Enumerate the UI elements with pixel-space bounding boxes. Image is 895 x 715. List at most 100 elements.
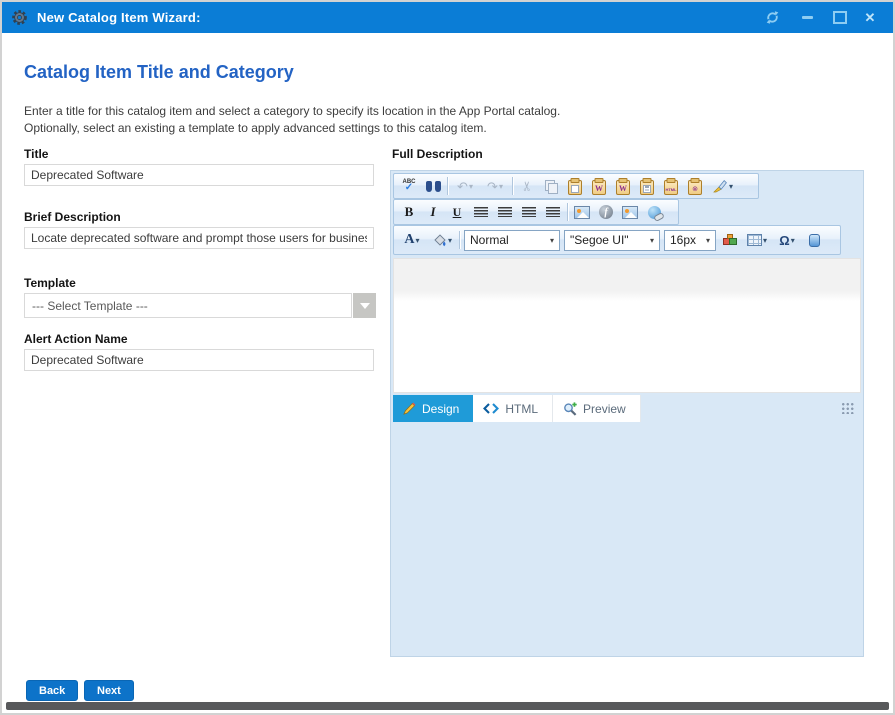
paste-special-icon: ⊗ xyxy=(688,180,702,195)
title-label: Title xyxy=(24,147,48,161)
title-input[interactable] xyxy=(24,164,374,186)
foreground-color-icon: A xyxy=(404,233,414,247)
intro-line-2: Optionally, select an existing a templat… xyxy=(24,120,560,137)
code-icon xyxy=(483,403,499,414)
brief-description-label: Brief Description xyxy=(24,210,121,224)
paste-from-word-strip-font-button[interactable]: W xyxy=(611,175,635,197)
minimize-icon xyxy=(802,16,813,19)
maximize-button[interactable] xyxy=(828,2,852,33)
editor-toolbar-row-1: ABC ✓ ↶ ▾ ↷ ▾ ✂ W W HTML ⊗ xyxy=(393,173,759,199)
maximize-icon xyxy=(833,11,847,24)
full-description-label: Full Description xyxy=(392,147,483,161)
background-color-dropdown-arrow: ▾ xyxy=(448,236,452,245)
chevron-down-icon xyxy=(360,303,370,309)
align-center-button[interactable] xyxy=(469,201,493,223)
wizard-window: New Catalog Item Wizard: ✕ Catalog Item … xyxy=(0,0,895,715)
paste-special-button[interactable]: ⊗ xyxy=(683,175,707,197)
back-button[interactable]: Back xyxy=(26,680,78,701)
tab-design[interactable]: Design xyxy=(393,395,473,422)
insert-image-button[interactable] xyxy=(570,201,594,223)
template-selected-value: --- Select Template --- xyxy=(24,293,352,318)
toolbar-separator xyxy=(567,203,568,221)
bold-button[interactable]: B xyxy=(397,201,421,223)
format-stripper-icon xyxy=(713,179,728,193)
tab-html[interactable]: HTML xyxy=(473,395,553,422)
background-color-button[interactable]: ▾ xyxy=(427,229,457,251)
paste-from-word-strip-font-icon: W xyxy=(616,180,630,195)
close-icon: ✕ xyxy=(865,11,876,24)
font-size-dropdown[interactable]: 16px ▾ xyxy=(664,230,716,251)
align-right-button[interactable] xyxy=(541,201,565,223)
editor-resize-grip[interactable] xyxy=(841,402,854,414)
foreground-color-dropdown-arrow: ▾ xyxy=(416,236,420,245)
alert-action-name-input[interactable] xyxy=(24,349,374,371)
insert-symbol-icon: Ω xyxy=(779,234,789,247)
font-size-value: 16px xyxy=(670,233,696,247)
paste-from-word-button[interactable]: W xyxy=(587,175,611,197)
redo-dropdown-arrow: ▾ xyxy=(499,182,503,191)
refresh-icon xyxy=(765,10,780,25)
image-map-icon xyxy=(622,206,638,219)
font-name-dropdown[interactable]: "Segoe UI" ▾ xyxy=(564,230,660,251)
template-dropdown-button[interactable] xyxy=(353,293,376,318)
pencil-icon xyxy=(403,402,416,415)
paragraph-style-value: Normal xyxy=(470,233,509,247)
close-button[interactable]: ✕ xyxy=(858,2,882,33)
copy-icon xyxy=(545,180,558,193)
undo-button[interactable]: ↶ ▾ xyxy=(450,175,480,197)
apply-css-class-icon xyxy=(722,234,738,246)
refresh-button[interactable] xyxy=(760,2,784,33)
tab-html-label: HTML xyxy=(505,402,538,416)
window-bottom-bar xyxy=(6,702,889,710)
insert-link-button[interactable] xyxy=(642,201,666,223)
redo-button[interactable]: ↷ ▾ xyxy=(480,175,510,197)
justify-button[interactable] xyxy=(493,201,517,223)
toolbar-separator xyxy=(459,231,460,249)
paste-icon xyxy=(568,180,582,195)
paragraph-style-dropdown[interactable]: Normal ▾ xyxy=(464,230,560,251)
format-stripper-dropdown-arrow: ▾ xyxy=(729,182,733,191)
page-title: Catalog Item Title and Category xyxy=(24,62,294,83)
foreground-color-button[interactable]: A ▾ xyxy=(397,229,427,251)
image-map-button[interactable] xyxy=(618,201,642,223)
editor-toolbar-row-3: A ▾ ▾ Normal ▾ "Segoe UI" ▾ 16px xyxy=(393,225,841,255)
paste-plain-text-button[interactable] xyxy=(635,175,659,197)
copy-button[interactable] xyxy=(539,175,563,197)
paste-plain-text-icon xyxy=(640,180,654,195)
insert-table-button[interactable]: ▾ xyxy=(742,229,772,251)
preview-magnifier-icon xyxy=(563,402,577,416)
format-stripper-button[interactable]: ▾ xyxy=(707,175,739,197)
insert-symbol-button[interactable]: Ω ▾ xyxy=(772,229,802,251)
template-select[interactable]: --- Select Template --- xyxy=(24,293,376,318)
paste-button[interactable] xyxy=(563,175,587,197)
brief-description-input[interactable] xyxy=(24,227,374,249)
chevron-down-icon: ▾ xyxy=(706,236,710,245)
paste-as-html-button[interactable]: HTML xyxy=(659,175,683,197)
gear-icon xyxy=(11,9,28,26)
tab-preview[interactable]: Preview xyxy=(553,395,641,422)
cut-button[interactable]: ✂ xyxy=(515,175,539,197)
intro-line-1: Enter a title for this catalog item and … xyxy=(24,103,560,120)
editor-content-area[interactable] xyxy=(393,258,861,393)
insert-snippet-button[interactable] xyxy=(802,229,826,251)
insert-image-icon xyxy=(574,206,590,219)
insert-flash-button[interactable]: f xyxy=(594,201,618,223)
editor-mode-tabs: Design HTML Preview xyxy=(393,395,641,422)
insert-snippet-icon xyxy=(809,234,820,247)
insert-table-dropdown-arrow: ▾ xyxy=(763,236,767,245)
align-left-button[interactable] xyxy=(517,201,541,223)
spellcheck-icon: ABC ✓ xyxy=(403,179,416,193)
italic-button[interactable]: I xyxy=(421,201,445,223)
underline-button[interactable]: U xyxy=(445,201,469,223)
find-button[interactable] xyxy=(421,175,445,197)
tab-preview-label: Preview xyxy=(583,402,626,416)
minimize-button[interactable] xyxy=(795,2,819,33)
undo-dropdown-arrow: ▾ xyxy=(469,182,473,191)
insert-flash-icon: f xyxy=(599,205,613,219)
font-name-value: "Segoe UI" xyxy=(570,233,629,247)
spellcheck-button[interactable]: ABC ✓ xyxy=(397,175,421,197)
next-button[interactable]: Next xyxy=(84,680,134,701)
window-title: New Catalog Item Wizard: xyxy=(37,10,201,25)
apply-css-class-button[interactable] xyxy=(718,229,742,251)
background-color-icon xyxy=(432,234,447,247)
